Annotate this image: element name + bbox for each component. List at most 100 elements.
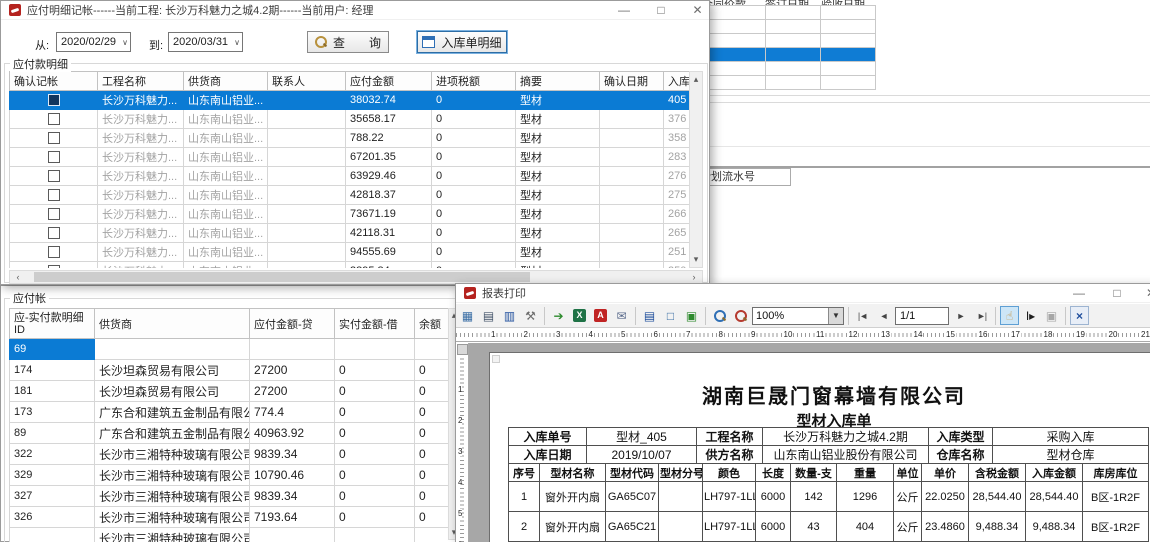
page-number-input[interactable]: 1/1 bbox=[895, 307, 949, 325]
mail-icon[interactable]: ✉ bbox=[612, 306, 631, 325]
column-header[interactable]: 应付金额 bbox=[346, 72, 432, 91]
ruler-origin-button[interactable] bbox=[457, 344, 468, 355]
column-header[interactable]: 型材名称 bbox=[540, 464, 606, 482]
table-row[interactable]: 329长沙市三湘特种玻璃有限公司10790.4600 bbox=[10, 465, 457, 486]
book-icon[interactable]: ▥ bbox=[500, 306, 519, 325]
checkbox[interactable] bbox=[48, 208, 60, 220]
column-header[interactable]: 型材分号 bbox=[659, 464, 703, 482]
table-row[interactable]: 181长沙坦森贸易有限公司2720000 bbox=[10, 381, 457, 402]
text-select-icon[interactable]: I▸ bbox=[1021, 306, 1040, 325]
table-row[interactable]: 入库单号型材_405工程名称长沙万科魅力之城4.2期入库类型采购入库 bbox=[509, 428, 1149, 446]
table-row[interactable]: 174长沙坦森贸易有限公司2720000 bbox=[10, 360, 457, 381]
pdf-export-icon[interactable]: A bbox=[591, 306, 610, 325]
table-row[interactable]: 长沙万科魅力...山东南山铝业...38032.740型材405 bbox=[10, 91, 690, 110]
table-row[interactable]: 长沙万科魅力...山东南山铝业...63929.460型材276 bbox=[10, 167, 690, 186]
vertical-scrollbar[interactable]: ▴ ▾ bbox=[689, 71, 703, 268]
column-header[interactable]: 工程名称 bbox=[98, 72, 184, 91]
table-row[interactable]: 长沙万科魅力...山东南山铝业...35658.170型材376 bbox=[10, 110, 690, 129]
pages-icon[interactable]: ▣ bbox=[682, 306, 701, 325]
horizontal-scrollbar[interactable]: ‹ › bbox=[9, 270, 703, 284]
scrollbar-thumb[interactable] bbox=[34, 272, 530, 282]
checkbox[interactable] bbox=[48, 94, 60, 106]
column-header[interactable]: 颜色 bbox=[703, 464, 756, 482]
column-header[interactable]: 确认记帐 bbox=[10, 72, 98, 91]
column-header[interactable]: 含税金额 bbox=[969, 464, 1026, 482]
checkbox[interactable] bbox=[48, 265, 60, 269]
column-header[interactable]: 序号 bbox=[509, 464, 540, 482]
table-row[interactable] bbox=[702, 48, 876, 62]
column-header[interactable]: 联系人 bbox=[268, 72, 346, 91]
column-header[interactable]: 供货商 bbox=[184, 72, 268, 91]
table-row[interactable]: 89广东合和建筑五金制品有限公司40963.9200 bbox=[10, 423, 457, 444]
table-row[interactable]: 2窗外开内扇GA65C21LH797-1LL600043404公斤23.4860… bbox=[509, 512, 1149, 542]
maximize-button[interactable]: □ bbox=[1102, 284, 1132, 303]
table-row[interactable]: 长沙万科魅力...山东南山铝业...42118.310型材265 bbox=[10, 224, 690, 243]
close-preview-icon[interactable]: × bbox=[1070, 306, 1089, 325]
column-header[interactable]: 应付金额-贷 bbox=[250, 309, 335, 339]
checkbox[interactable] bbox=[48, 113, 60, 125]
scroll-down-icon[interactable]: ▾ bbox=[690, 253, 702, 266]
column-header[interactable]: 单位 bbox=[894, 464, 922, 482]
table-row[interactable]: 长沙市三湘特种玻璃有限公司 bbox=[10, 528, 457, 542]
export-icon[interactable]: ➔ bbox=[549, 306, 568, 325]
column-header[interactable]: 重量 bbox=[837, 464, 894, 482]
checkbox[interactable] bbox=[48, 170, 60, 182]
close-button[interactable]: ✕ bbox=[684, 1, 711, 20]
column-header[interactable]: 实付金额-借 bbox=[335, 309, 415, 339]
excel-export-icon[interactable]: X bbox=[570, 306, 589, 325]
maximize-button[interactable]: □ bbox=[646, 1, 676, 20]
scroll-up-icon[interactable]: ▴ bbox=[690, 73, 702, 86]
print-icon[interactable]: ▤ bbox=[479, 306, 498, 325]
title-bar[interactable]: 应付明细记帐------当前工程: 长沙万科魅力之城4.2期------当前用户… bbox=[1, 1, 709, 20]
checkbox[interactable] bbox=[48, 246, 60, 258]
hand-tool-icon[interactable]: ☝ bbox=[1000, 306, 1019, 325]
query-button[interactable]: 查 询 bbox=[307, 31, 389, 53]
checkbox[interactable] bbox=[48, 132, 60, 144]
prev-page-icon[interactable]: ◄ bbox=[874, 306, 893, 325]
table-row[interactable] bbox=[702, 76, 876, 90]
table-row[interactable]: 长沙万科魅力...山东南山铝业...94555.690型材251 bbox=[10, 243, 690, 262]
column-header[interactable]: 确认日期 bbox=[600, 72, 664, 91]
column-header[interactable]: 摘要 bbox=[516, 72, 600, 91]
table-row[interactable] bbox=[702, 6, 876, 20]
table-row[interactable]: 长沙万科魅力...山东南山铝业...42818.370型材275 bbox=[10, 186, 690, 205]
column-header[interactable]: 入库 bbox=[664, 72, 690, 91]
checkbox[interactable] bbox=[48, 189, 60, 201]
table-row[interactable]: 长沙万科魅力...山东南山铝业...788.220型材358 bbox=[10, 129, 690, 148]
options-icon[interactable]: ⚒ bbox=[521, 306, 540, 325]
to-date-select[interactable]: 2020/03/31 ∨ bbox=[168, 32, 243, 52]
title-bar[interactable]: 报表打印 — □ ✕ bbox=[456, 284, 1150, 303]
column-header[interactable]: 验收日期 bbox=[821, 0, 876, 5]
print-setup-icon[interactable]: ▤ bbox=[640, 306, 659, 325]
copy-icon[interactable]: ▣ bbox=[1042, 306, 1061, 325]
table-row[interactable] bbox=[702, 34, 876, 48]
scroll-left-icon[interactable]: ‹ bbox=[12, 271, 24, 284]
table-row[interactable] bbox=[702, 62, 876, 76]
table-row[interactable]: 326长沙市三湘特种玻璃有限公司7193.6400 bbox=[10, 507, 457, 528]
column-header[interactable]: 单价 bbox=[922, 464, 969, 482]
zoom-in-icon[interactable] bbox=[710, 306, 729, 325]
column-header[interactable]: 型材代码 bbox=[606, 464, 659, 482]
table-row[interactable]: 322长沙市三湘特种玻璃有限公司9839.3400 bbox=[10, 444, 457, 465]
table-row[interactable]: 327长沙市三湘特种玻璃有限公司9839.3400 bbox=[10, 486, 457, 507]
table-row[interactable]: 69广东合和建筑五金制品有限公司11411.7800 bbox=[10, 339, 457, 360]
minimize-button[interactable]: — bbox=[609, 1, 639, 20]
zoom-out-icon[interactable] bbox=[731, 306, 750, 325]
table-row[interactable]: 入库日期2019/10/07供方名称山东南山铝业股份有限公司仓库名称型材仓库 bbox=[509, 446, 1149, 464]
column-header[interactable]: 长度 bbox=[756, 464, 791, 482]
table-row[interactable]: 173广东合和建筑五金制品有限公司774.400 bbox=[10, 402, 457, 423]
toc-panel-icon[interactable]: ▦ bbox=[458, 306, 477, 325]
column-header[interactable]: 库房库位 bbox=[1083, 464, 1149, 482]
table-row[interactable]: 长沙万科魅力...山东南山铝业...3895.840型材250 bbox=[10, 262, 690, 269]
checkbox[interactable] bbox=[48, 151, 60, 163]
checkbox[interactable] bbox=[48, 227, 60, 239]
minimize-button[interactable]: — bbox=[1064, 284, 1094, 303]
column-header[interactable]: 进项税额 bbox=[432, 72, 516, 91]
next-page-icon[interactable]: ► bbox=[951, 306, 970, 325]
column-header[interactable]: 数量-支 bbox=[791, 464, 837, 482]
report-preview-area[interactable]: 湖南巨晟门窗幕墙有限公司 型材入库单 入库单号型材_405工程名称长沙万科魅力之… bbox=[469, 343, 1150, 542]
close-button[interactable]: ✕ bbox=[1140, 284, 1150, 303]
table-row[interactable]: 长沙万科魅力...山东南山铝业...67201.350型材283 bbox=[10, 148, 690, 167]
zoom-level-select[interactable]: 100%▼ bbox=[752, 307, 844, 325]
from-date-select[interactable]: 2020/02/29 ∨ bbox=[56, 32, 131, 52]
